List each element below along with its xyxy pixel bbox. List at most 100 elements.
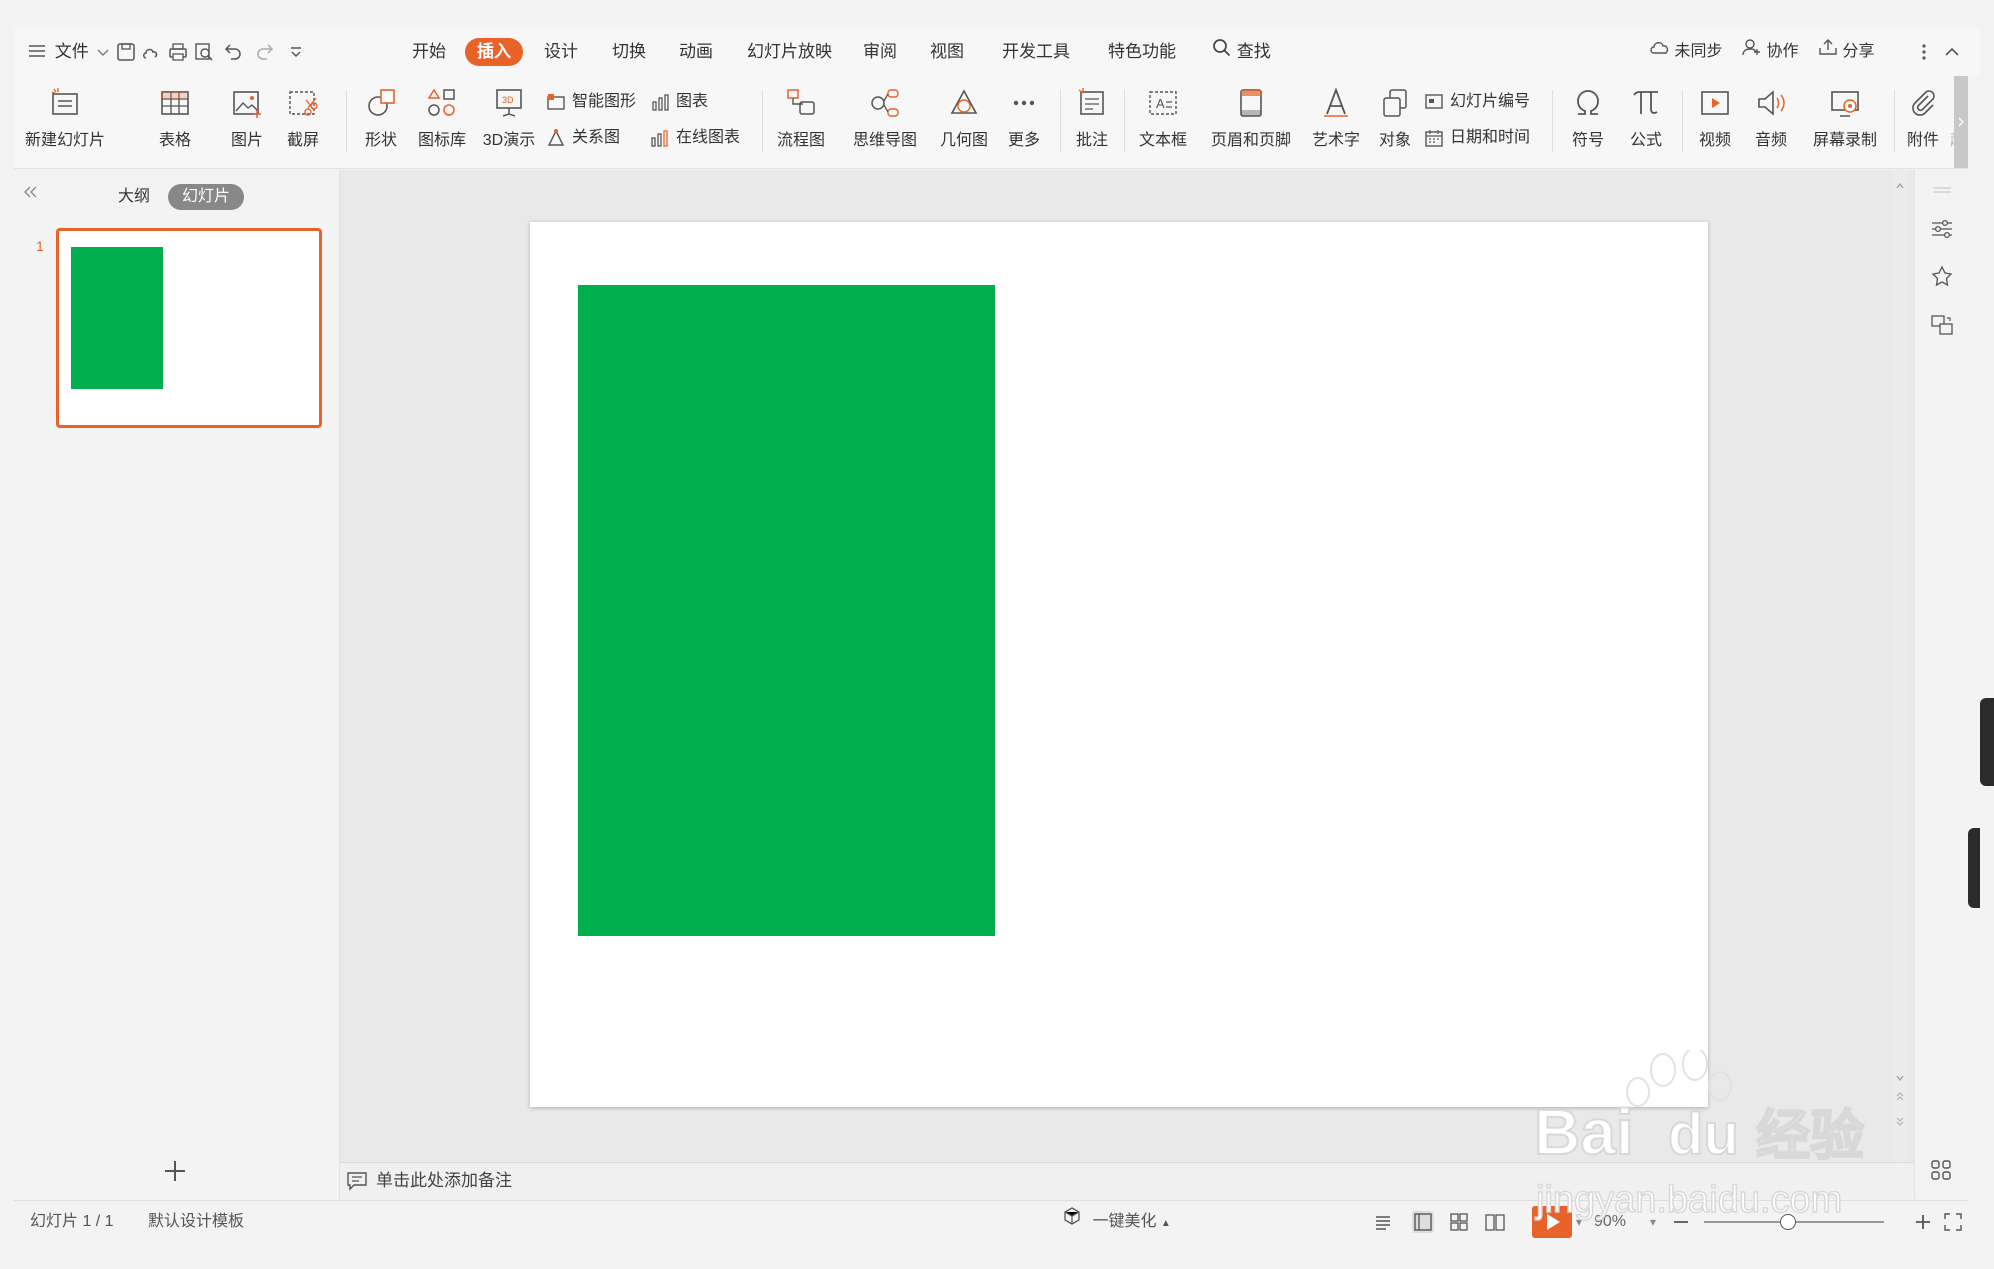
online-chart-button[interactable]: 在线图表: [650, 124, 740, 152]
omega-icon: [1571, 86, 1605, 120]
object-icon: [1378, 86, 1412, 120]
notes-view-icon[interactable]: [1374, 1211, 1396, 1233]
tab-insert[interactable]: 插入: [465, 38, 523, 66]
edge-handle-top[interactable]: [1980, 698, 1994, 786]
divider: [1682, 90, 1683, 152]
picture-button[interactable]: 图片: [220, 82, 274, 162]
sync-status[interactable]: 未同步: [1648, 28, 1722, 76]
new-slide-button[interactable]: 新建幻灯片: [24, 82, 106, 162]
ribbon-scroll-button[interactable]: [1954, 76, 1968, 168]
shape-button[interactable]: 形状: [354, 82, 408, 162]
fit-window-icon[interactable]: [1942, 1211, 1964, 1233]
slide-thumbnail[interactable]: [56, 228, 322, 428]
attachment-label: 附件: [1906, 132, 1939, 149]
share-button[interactable]: 分享: [1818, 28, 1874, 76]
screen-record-button[interactable]: 屏幕录制: [1804, 82, 1886, 162]
zoom-slider[interactable]: [1704, 1214, 1884, 1230]
tab-special-features[interactable]: 特色功能: [1108, 28, 1176, 76]
file-menu[interactable]: 文件: [28, 28, 109, 76]
smart-graphic-icon: [546, 92, 566, 112]
slide-number-button[interactable]: 幻灯片编号: [1424, 88, 1530, 116]
transform-icon[interactable]: [1929, 312, 1955, 343]
audio-label: 音频: [1754, 132, 1787, 149]
tab-design[interactable]: 设计: [544, 28, 578, 76]
formula-button[interactable]: 公式: [1618, 82, 1674, 162]
zoom-slider-thumb[interactable]: [1780, 1214, 1796, 1230]
chevron-down-icon: [97, 42, 109, 61]
audio-button[interactable]: 音频: [1744, 82, 1798, 162]
vertical-scrollbar[interactable]: [1893, 170, 1907, 1162]
settings-sliders-icon[interactable]: [1929, 216, 1955, 247]
3d-demo-button[interactable]: 3D 3D演示: [476, 82, 542, 162]
notes-bar[interactable]: 单击此处添加备注: [340, 1162, 1914, 1199]
redo-icon[interactable]: [254, 40, 278, 64]
undo-icon[interactable]: [220, 40, 244, 64]
icon-library-button[interactable]: 图标库: [414, 82, 470, 162]
reading-view-icon[interactable]: [1484, 1211, 1506, 1233]
play-slideshow-button[interactable]: [1532, 1206, 1572, 1238]
zoom-in-icon[interactable]: [1912, 1211, 1934, 1233]
collapse-ribbon-icon[interactable]: [1940, 40, 1964, 64]
online-chart-icon: [650, 128, 670, 148]
attachment-button[interactable]: 附件: [1900, 82, 1946, 162]
relation-chart-button[interactable]: 关系图: [546, 124, 620, 152]
video-button[interactable]: 视频: [1688, 82, 1742, 162]
table-icon: [158, 86, 192, 120]
add-slide-button[interactable]: [162, 1158, 188, 1189]
grid-apps-icon[interactable]: [1929, 1158, 1953, 1187]
mindmap-button[interactable]: 思维导图: [844, 82, 926, 162]
datetime-button[interactable]: 日期和时间: [1424, 124, 1530, 152]
collapse-pane-icon[interactable]: [22, 184, 38, 205]
tab-animation[interactable]: 动画: [679, 28, 713, 76]
slide-number-icon: [1424, 92, 1444, 112]
slide-canvas[interactable]: [530, 222, 1708, 1107]
tab-review[interactable]: 审阅: [863, 28, 897, 76]
wordart-button[interactable]: 艺术字: [1304, 82, 1368, 162]
flowchart-button[interactable]: 流程图: [768, 82, 834, 162]
green-rectangle-shape[interactable]: [578, 285, 995, 936]
header-footer-button[interactable]: 页眉和页脚: [1204, 82, 1298, 162]
search-button[interactable]: 查找: [1212, 28, 1271, 76]
tab-transition[interactable]: 切换: [612, 28, 646, 76]
zoom-out-icon[interactable]: [1670, 1211, 1692, 1233]
object-button[interactable]: 对象: [1372, 82, 1418, 162]
tab-slideshow[interactable]: 幻灯片放映: [747, 28, 832, 76]
pi-icon: [1629, 86, 1663, 120]
chart-button[interactable]: 图表: [650, 88, 708, 116]
slide-editor: [340, 170, 1914, 1162]
beautify-button[interactable]: 一键美化 ▲: [1062, 1201, 1171, 1243]
more-options-icon[interactable]: [1912, 40, 1936, 64]
tab-view[interactable]: 视图: [930, 28, 964, 76]
tab-slides[interactable]: 幻灯片: [168, 184, 244, 210]
save-icon[interactable]: [114, 40, 138, 64]
design-template[interactable]: 默认设计模板: [148, 1201, 244, 1243]
geometry-button[interactable]: 几何图: [934, 82, 994, 162]
smart-graphic-button[interactable]: 智能图形: [546, 88, 636, 116]
more-button[interactable]: 更多: [996, 82, 1052, 162]
tab-outline[interactable]: 大纲: [118, 184, 150, 210]
cloud-save-icon[interactable]: [140, 40, 164, 64]
slide-count: 幻灯片 1 / 1: [30, 1213, 114, 1230]
tab-developer[interactable]: 开发工具: [1002, 28, 1070, 76]
tab-home[interactable]: 开始: [412, 28, 446, 76]
collab-button[interactable]: 协作: [1742, 28, 1798, 76]
header-footer-label: 页眉和页脚: [1210, 132, 1291, 149]
normal-view-icon[interactable]: [1412, 1211, 1434, 1233]
symbol-button[interactable]: 符号: [1560, 82, 1616, 162]
comment-button[interactable]: 批注: [1068, 82, 1116, 162]
star-magic-icon[interactable]: [1929, 264, 1955, 295]
print-preview-icon[interactable]: [192, 40, 216, 64]
caret-up-icon: ▲: [1160, 1218, 1171, 1230]
zoom-level[interactable]: 90%: [1594, 1201, 1626, 1243]
mindmap-icon: [868, 86, 902, 120]
print-icon[interactable]: [166, 40, 190, 64]
table-button[interactable]: 表格: [150, 82, 200, 162]
zoom-dropdown-icon[interactable]: ▾: [1650, 1201, 1656, 1243]
screenshot-button[interactable]: 截屏: [276, 82, 330, 162]
play-dropdown-icon[interactable]: ▾: [1576, 1201, 1582, 1243]
edge-handle-bottom[interactable]: [1968, 828, 1980, 908]
user-add-icon: [1742, 28, 1762, 76]
customize-icon[interactable]: [284, 40, 308, 64]
slide-sorter-icon[interactable]: [1448, 1211, 1470, 1233]
textbox-button[interactable]: A 文本框: [1130, 82, 1196, 162]
